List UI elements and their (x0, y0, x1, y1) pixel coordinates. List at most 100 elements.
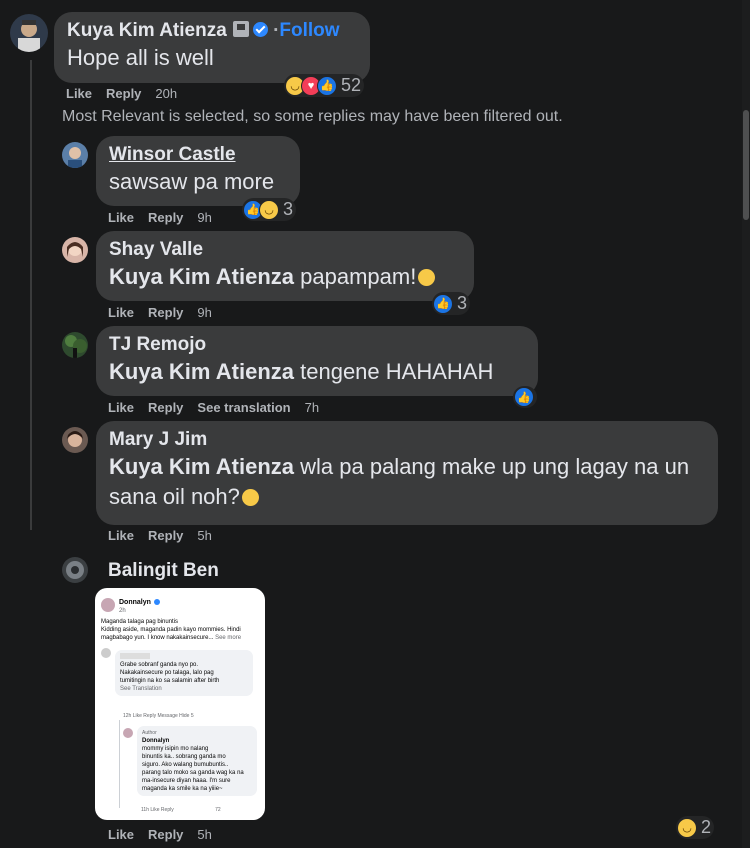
post-text: magbabago yun. I know nakakainsecure... (101, 635, 214, 641)
like-button[interactable]: Like (108, 400, 134, 415)
reply-text: siguro. Ako walang bumubuntis.. (142, 762, 229, 768)
avatar (123, 728, 133, 738)
comment-text: Grabe sobranf ganda nyo po. (120, 662, 199, 668)
reaction-count: 3 (457, 293, 468, 313)
like-button[interactable]: Like (108, 210, 134, 225)
comment-text: tumitingin na ko sa salamin after birth (120, 678, 220, 684)
reply-bubble: Shay Valle Kuya Kim Atienza papampam! (96, 231, 474, 301)
reaction-summary[interactable]: ◡ ♥ 👍 52 (284, 74, 365, 97)
reply-button[interactable]: Reply (148, 528, 183, 543)
reply-text: maganda ka smile ka na yiiie~ (142, 786, 223, 792)
comment-author[interactable]: Kuya Kim Atienza (67, 20, 227, 41)
reply-button[interactable]: Reply (148, 210, 183, 225)
reply-bubble: Winsor Castle sawsaw pa more (96, 136, 300, 206)
reaction-summary[interactable]: 👍 (513, 386, 537, 408)
comment-actions: Like Reply 20h (66, 86, 191, 101)
reply-button[interactable]: Reply (148, 305, 183, 320)
avatar[interactable] (62, 332, 88, 358)
comment-text: Nakakainsecure po talaga, lalo pag (120, 670, 214, 676)
comment-bubble: Grabe sobranf ganda nyo po. Nakakainsecu… (115, 650, 253, 696)
reply-text: ma-insecure diyan haaa. I'm sure (142, 778, 231, 784)
reply-bubble: Author Donnalyn mommy isipin mo nalang b… (137, 726, 257, 796)
reaction-summary[interactable]: ◡ 2 (676, 816, 715, 839)
timestamp[interactable]: 20h (155, 86, 177, 101)
timestamp[interactable]: 9h (197, 305, 211, 320)
mention-link[interactable]: Kuya Kim Atienza (109, 454, 294, 479)
reply-text: tengene HAHAHAH (294, 359, 494, 384)
avatar[interactable] (62, 557, 88, 583)
avatar[interactable] (62, 427, 88, 453)
reply-actions: Like Reply 9h (108, 305, 226, 320)
reply-button[interactable]: Reply (148, 827, 183, 842)
reply-bubble: Mary J Jim Kuya Kim Atienza wla pa palan… (96, 421, 718, 525)
flag-icon (232, 21, 249, 37)
blurred-name (120, 653, 150, 659)
reply-text: papampam! (294, 264, 417, 289)
author-badge: Author (142, 730, 157, 736)
like-button[interactable]: Like (108, 305, 134, 320)
reply-text: binuntis ka.. sobrang ganda mo (142, 754, 226, 760)
reply-button[interactable]: Reply (106, 86, 141, 101)
avatar (101, 598, 115, 612)
reply-actions: Like Reply 5h (108, 528, 226, 543)
timestamp[interactable]: 7h (305, 400, 319, 415)
timestamp[interactable]: 5h (197, 827, 211, 842)
avatar[interactable] (10, 14, 48, 52)
see-more-link: See more (215, 635, 242, 641)
reply-text: parang talo moko sa ganda wag ka na (142, 770, 244, 776)
comment-bubble: Kuya Kim Atienza ·Follow Hope all is wel… (54, 12, 370, 83)
filter-notice: Most Relevant is selected, so some repli… (62, 108, 563, 125)
avatar[interactable] (62, 237, 88, 263)
reply-text: mommy isipin mo nalang (142, 746, 209, 752)
reaction-summary[interactable]: 👍 3 (432, 292, 471, 315)
verified-icon (153, 599, 160, 605)
post-author: Donnalyn (119, 599, 151, 606)
reply-author[interactable]: Balingit Ben (108, 559, 219, 583)
like-button[interactable]: Like (66, 86, 92, 101)
reply-actions: Like Reply 5h (108, 827, 226, 842)
see-translation-link[interactable]: See translation (197, 400, 290, 415)
reply-author[interactable]: Mary J Jim (109, 428, 705, 452)
reaction-count: 72 (215, 807, 221, 813)
comment-meta: 12h Like Reply Message Hide (123, 713, 190, 719)
comment-text: Hope all is well (67, 45, 214, 70)
see-translation-link: See Translation (120, 686, 162, 692)
reply-text: sawsaw pa more (109, 169, 275, 194)
follow-button[interactable]: Follow (279, 20, 339, 41)
post-time: 2h (119, 608, 126, 614)
reaction-count: 5 (190, 713, 194, 719)
timestamp[interactable]: 5h (197, 528, 211, 543)
reply-bubble: TJ Remojo Kuya Kim Atienza tengene HAHAH… (96, 326, 538, 396)
reply-actions: Like Reply 9h (108, 210, 226, 225)
like-icon: 👍 (433, 293, 453, 314)
avatar[interactable] (62, 142, 88, 168)
laughing-emoji-icon (418, 269, 436, 286)
haha-icon: ◡ (677, 817, 697, 838)
reply-actions: Like Reply See translation 7h (108, 400, 333, 415)
reply-meta: 11h Like Reply (141, 807, 174, 813)
haha-icon: ◡ (259, 199, 279, 220)
avatar (101, 648, 111, 658)
reaction-count: 2 (701, 817, 712, 837)
reaction-summary[interactable]: 👍 ◡ 3 (242, 198, 297, 221)
mention-link[interactable]: Kuya Kim Atienza (109, 359, 294, 384)
like-icon: 👍 (317, 75, 337, 96)
scrollbar-thumb[interactable] (743, 110, 749, 220)
timestamp[interactable]: 9h (197, 210, 211, 225)
like-icon: 👍 (514, 387, 534, 407)
attached-screenshot-image[interactable]: Donnalyn 2h Maganda talaga pag binuntis … (95, 588, 265, 820)
like-button[interactable]: Like (108, 528, 134, 543)
verified-icon (252, 22, 268, 37)
post-text: Kidding aside, maganda padin kayo mommie… (101, 627, 241, 633)
reply-author[interactable]: TJ Remojo (109, 333, 525, 357)
reply-author[interactable]: Shay Valle (109, 238, 461, 262)
reply-author[interactable]: Winsor Castle (109, 143, 287, 167)
rofl-emoji-icon (241, 489, 259, 506)
thread-line (119, 720, 120, 808)
mention-link[interactable]: Kuya Kim Atienza (109, 264, 294, 289)
reply-author: Donnalyn (142, 738, 170, 744)
reaction-count: 3 (283, 199, 294, 219)
thread-line (30, 60, 32, 530)
reply-button[interactable]: Reply (148, 400, 183, 415)
like-button[interactable]: Like (108, 827, 134, 842)
